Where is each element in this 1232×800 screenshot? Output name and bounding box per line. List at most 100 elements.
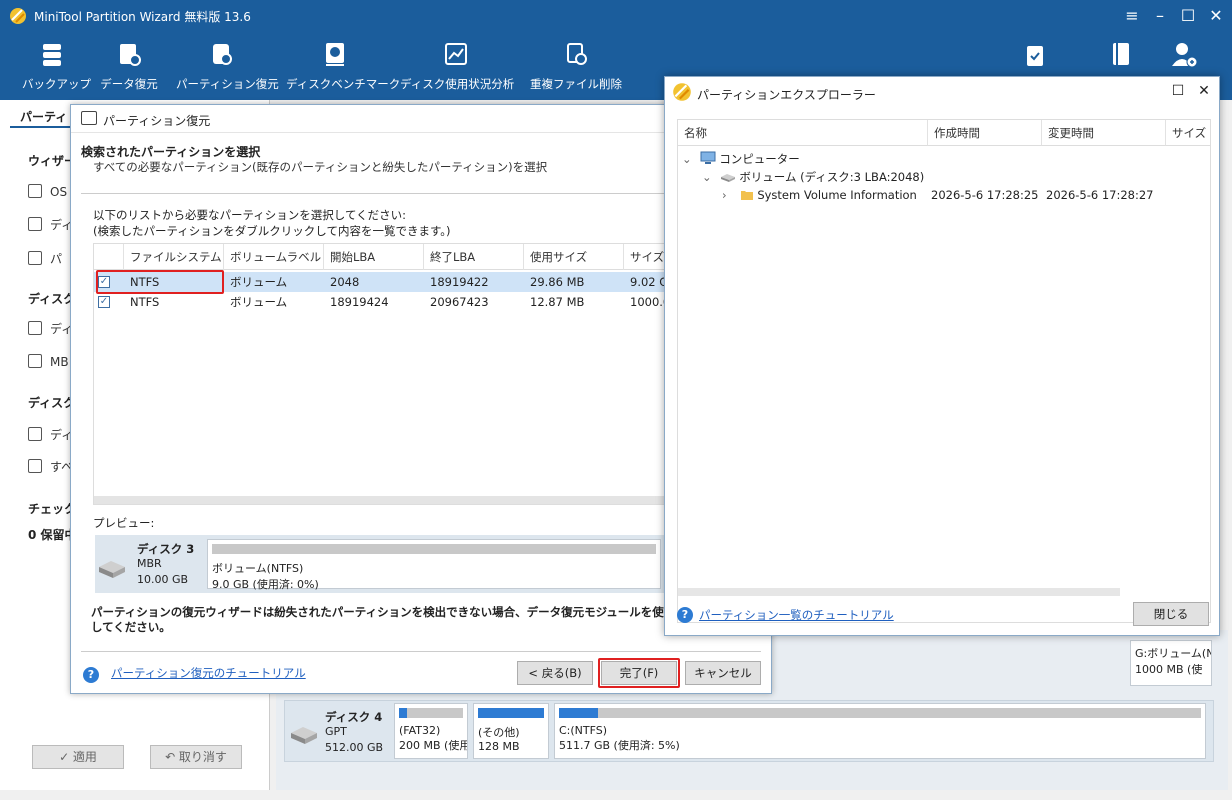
instruction-line-1: 以下のリストから必要なパーティションを選択してください:: [93, 208, 406, 222]
header-created[interactable]: 作成時間: [928, 120, 1042, 146]
explorer-tutorial-link[interactable]: パーティション一覧のチュートリアル: [699, 607, 894, 623]
folder-modified-time: 2026-5-6 17:28:27: [1046, 188, 1154, 202]
preview-partition[interactable]: ボリューム(NTFS) 9.0 GB (使用済: 0%): [207, 539, 661, 591]
undo-button[interactable]: ↶ 取り消す: [150, 745, 242, 769]
close-button[interactable]: 閉じる: [1133, 602, 1209, 626]
hard-disk-icon: [291, 727, 317, 744]
section-check-heading: チェック: [28, 502, 72, 516]
maximize-button[interactable]: ☐: [1169, 83, 1187, 101]
sidebar-item-disk-copy-2[interactable]: ディ: [28, 320, 72, 337]
menu-icon[interactable]: ≡: [1120, 4, 1144, 28]
close-icon[interactable]: ✕: [1195, 83, 1213, 101]
backup-icon: [43, 44, 61, 66]
mbr-icon: [28, 354, 42, 368]
media-icon[interactable]: [1022, 40, 1048, 68]
header-volume-label[interactable]: ボリュームラベル: [224, 244, 324, 270]
disk-4-partition-other[interactable]: (その他) 128 MB: [473, 703, 549, 759]
highlight-finish-button: [598, 658, 680, 688]
preview-disk-name: ディスク 3: [137, 542, 195, 556]
folder-icon: [740, 191, 753, 200]
disk-4-partition-fat32[interactable]: (FAT32) 200 MB (使用: [394, 703, 468, 759]
app-logo-icon: [10, 8, 26, 24]
usage-bar-fill: [478, 708, 544, 718]
header-checkbox-column: [94, 244, 124, 270]
preview-disk-type: MBR: [137, 557, 162, 570]
title-bar: MiniTool Partition Wizard 無料版 13.6 ≡ – ☐…: [0, 0, 1232, 32]
explorer-title-bar: パーティションエクスプローラー ☐ ✕: [665, 77, 1219, 109]
sidebar-item-disk-wipe[interactable]: ディ: [28, 426, 72, 443]
toolbar-disk-benchmark[interactable]: ディスクベンチマーク: [286, 32, 400, 100]
header-used-size[interactable]: 使用サイズ: [524, 244, 624, 270]
tree-node-folder[interactable]: › System Volume Information 2026-5-6 17:…: [722, 186, 1202, 204]
toolbar-duplicate-file[interactable]: 重複ファイル削除: [530, 32, 622, 100]
toolbar-backup[interactable]: バックアップ: [22, 32, 91, 100]
toolbar-data-recovery[interactable]: データ復元: [98, 32, 160, 100]
preview-label: プレビュー:: [93, 516, 155, 530]
disk-4-partition-c[interactable]: C:(NTFS) 511.7 GB (使用済: 5%): [554, 703, 1206, 759]
header-name[interactable]: 名称: [678, 120, 928, 146]
app-title: MiniTool Partition Wizard 無料版 13.6: [34, 10, 251, 24]
eraser-icon: [28, 427, 42, 441]
register-icon[interactable]: [1170, 40, 1198, 68]
back-button[interactable]: < 戻る(B): [517, 661, 593, 685]
minimize-button[interactable]: –: [1148, 4, 1172, 28]
sidebar-item-delete-all[interactable]: すべ: [28, 458, 72, 475]
apply-button[interactable]: ✓ 適用: [32, 745, 124, 769]
close-window-button[interactable]: ✕: [1204, 4, 1228, 28]
chevron-right-icon[interactable]: ›: [722, 186, 736, 204]
header-modified[interactable]: 変更時間: [1042, 120, 1166, 146]
usage-bar-fill: [559, 708, 598, 718]
sidebar-item-os-migrate[interactable]: OS: [28, 184, 72, 199]
sidebar-item-partition-recovery[interactable]: パ: [28, 250, 72, 267]
header-file-system[interactable]: ファイルシステム: [124, 244, 224, 270]
disk-4-name: ディスク 4: [325, 710, 383, 724]
maximize-button[interactable]: ☐: [1176, 4, 1200, 28]
sidebar-item-mbr[interactable]: MB: [28, 354, 72, 369]
usage-bar-fill: [399, 708, 407, 718]
trash-icon: [28, 459, 42, 473]
folder-created-time: 2026-5-6 17:28:25: [931, 188, 1039, 202]
header-end-lba[interactable]: 終了LBA: [424, 244, 524, 270]
hard-disk-icon: [99, 561, 125, 578]
recovery-icon: [28, 251, 42, 265]
warning-text: パーティションの復元ウィザードは紛失されたパーティションを検出できない場合、デー…: [91, 605, 671, 634]
toolbar-space-analyzer[interactable]: ディスク使用状況分析: [400, 32, 514, 100]
recovery-tutorial-link[interactable]: パーティション復元のチュートリアル: [111, 665, 306, 681]
row-checkbox[interactable]: ✓: [98, 296, 110, 308]
computer-icon: [700, 151, 716, 164]
disk-4-size: 512.00 GB: [325, 741, 384, 754]
disk-map-partition-g[interactable]: G:ボリューム(N 1000 MB (使: [1130, 640, 1212, 686]
copy-icon: [28, 217, 42, 231]
horizontal-scrollbar[interactable]: [678, 588, 1120, 596]
section-wizard-heading: ウィザー: [28, 154, 72, 168]
section-disk-convert-heading: ディスク: [28, 292, 72, 306]
partition-explorer-dialog: パーティションエクスプローラー ☐ ✕ 名称 作成時間 変更時間 サイズ ⌄ コ…: [664, 76, 1220, 636]
tab-partition-management[interactable]: パーティ: [10, 100, 70, 128]
explorer-file-list: 名称 作成時間 変更時間 サイズ ⌄ コンピューター ⌄ ボリューム (ディスク…: [677, 119, 1211, 623]
os-icon: [28, 184, 42, 198]
header-size[interactable]: サイズ: [1166, 120, 1210, 146]
manual-icon[interactable]: [1108, 40, 1134, 68]
duplicate-file-icon: [567, 43, 587, 65]
tree-node-volume[interactable]: ⌄ ボリューム (ディスク:3 LBA:2048): [702, 168, 924, 186]
header-start-lba[interactable]: 開始LBA: [324, 244, 424, 270]
divider: [81, 193, 761, 194]
preview-disk-map: ディスク 3 MBR 10.00 GB ボリューム(NTFS) 9.0 GB (…: [95, 535, 665, 593]
sidebar-item-disk-copy[interactable]: ディ: [28, 216, 72, 233]
data-recovery-icon: [120, 44, 141, 66]
divider: [81, 651, 761, 652]
cancel-button[interactable]: キャンセル: [685, 661, 761, 685]
usage-bar: [559, 708, 1201, 718]
help-icon: ?: [677, 607, 693, 623]
copy-disk-icon: [28, 321, 42, 335]
preview-disk-size: 10.00 GB: [137, 573, 189, 586]
dialog-subheading: すべての必要なパーティション(既存のパーティションと紛失したパーティション)を選…: [93, 160, 548, 174]
toolbar-partition-recovery[interactable]: パーティション復元: [176, 32, 279, 100]
dialog-heading: 検索されたパーティションを選択: [81, 145, 261, 159]
chevron-down-icon[interactable]: ⌄: [702, 168, 716, 186]
app-logo-icon: [673, 83, 691, 101]
chevron-down-icon[interactable]: ⌄: [682, 150, 696, 168]
space-analyzer-icon: [445, 43, 467, 65]
tree-node-computer[interactable]: ⌄ コンピューター: [682, 150, 800, 168]
pending-operations: 0 保留中: [28, 528, 72, 542]
